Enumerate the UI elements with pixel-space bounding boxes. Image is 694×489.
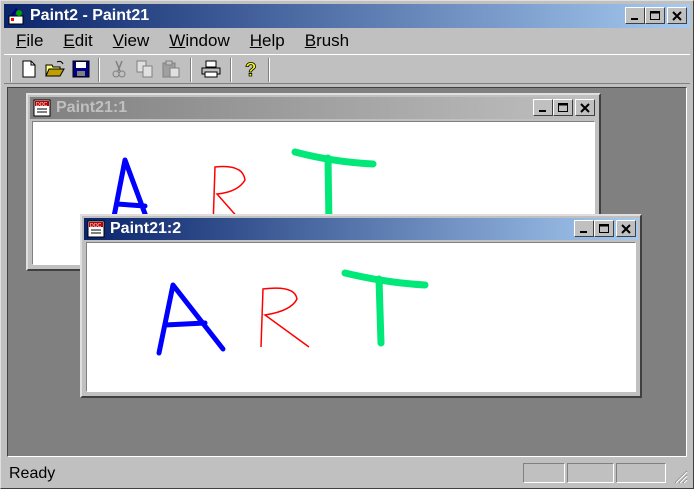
menu-file[interactable]: File <box>4 29 51 53</box>
minimize-icon <box>631 17 638 20</box>
close-icon <box>672 10 682 21</box>
toolbar: ? <box>4 54 690 84</box>
paint-app-window: Paint2 - Paint21 File Edit View Window H… <box>0 0 694 489</box>
cut-button[interactable] <box>108 58 130 80</box>
paint-app-icon[interactable] <box>7 7 25 25</box>
copy-button[interactable] <box>134 58 156 80</box>
document-2-title: Paint21:2 <box>110 220 182 237</box>
menu-help-label: elp <box>262 31 285 50</box>
menu-view[interactable]: View <box>101 29 158 53</box>
menu-edit-label: dit <box>74 31 93 50</box>
menu-edit[interactable]: Edit <box>51 29 100 53</box>
menu-window-label: indow <box>185 31 230 50</box>
document-2-minimize-button[interactable] <box>574 220 594 237</box>
mdi-client-area[interactable]: DOC Paint21:1 DOC Paint21:2 <box>7 87 687 457</box>
open-icon <box>45 60 65 77</box>
paste-icon <box>162 60 180 78</box>
window-caption-buttons <box>625 7 687 24</box>
document-icon: DOC <box>87 220 105 238</box>
document-2-close-button[interactable] <box>616 220 636 237</box>
toolbar-separator <box>98 58 100 82</box>
document-2-canvas[interactable] <box>86 242 636 392</box>
maximize-button[interactable] <box>645 7 665 24</box>
document-1-title: Paint21:1 <box>56 99 128 116</box>
menu-bar: File Edit View Window Help Brush <box>4 29 690 53</box>
window-title: Paint2 - Paint21 <box>30 7 150 24</box>
close-button[interactable] <box>667 7 687 24</box>
status-pane-3 <box>616 463 666 483</box>
maximize-icon <box>650 10 660 20</box>
document-1-title-bar[interactable]: DOC Paint21:1 <box>30 97 597 119</box>
print-icon <box>201 60 221 78</box>
title-bar[interactable]: Paint2 - Paint21 <box>4 4 690 28</box>
letter-a-stroke <box>156 282 226 356</box>
document-window-2[interactable]: DOC Paint21:2 <box>80 214 642 398</box>
close-icon <box>621 223 631 234</box>
cut-icon <box>112 60 126 78</box>
menu-brush-accel: B <box>304 31 317 50</box>
letter-t-stroke <box>341 269 429 347</box>
toolbar-separator <box>190 58 192 82</box>
toolbar-separator <box>268 58 270 82</box>
menu-file-label: ile <box>26 31 44 50</box>
document-2-caption-buttons <box>574 220 636 237</box>
document-2-title-bar[interactable]: DOC Paint21:2 <box>84 218 638 240</box>
paste-button[interactable] <box>160 58 182 80</box>
toolbar-separator <box>230 58 232 82</box>
svg-text:DOC: DOC <box>90 223 102 229</box>
toolbar-grip <box>10 58 12 82</box>
size-grip[interactable] <box>674 470 688 484</box>
document-icon: DOC <box>33 99 51 117</box>
menu-edit-accel: E <box>63 31 75 50</box>
drawing-art-2 <box>156 269 429 356</box>
menu-window-accel: W <box>169 31 186 50</box>
document-1-minimize-button[interactable] <box>533 99 553 116</box>
help-icon: ? <box>245 60 257 79</box>
status-pane-1 <box>523 463 565 483</box>
menu-brush[interactable]: Brush <box>293 29 357 53</box>
print-button[interactable] <box>200 58 222 80</box>
minimize-icon <box>539 109 546 112</box>
maximize-icon <box>558 102 568 112</box>
svg-text:?: ? <box>245 60 257 79</box>
letter-r-stroke <box>260 287 310 348</box>
save-button[interactable] <box>70 58 92 80</box>
minimize-icon <box>580 230 587 233</box>
menu-brush-label: rush <box>316 31 350 50</box>
svg-text:DOC: DOC <box>36 102 48 108</box>
status-bar: Ready <box>4 460 690 486</box>
menu-help-accel: H <box>249 31 263 50</box>
new-button[interactable] <box>18 58 40 80</box>
menu-view-label: iew <box>123 31 150 50</box>
close-icon <box>580 102 590 113</box>
minimize-button[interactable] <box>625 7 645 24</box>
document-1-close-button[interactable] <box>575 99 595 116</box>
document-1-maximize-button[interactable] <box>553 99 573 116</box>
save-icon <box>72 60 90 78</box>
status-text: Ready <box>9 465 56 482</box>
document-1-caption-buttons <box>533 99 595 116</box>
copy-icon <box>136 60 153 78</box>
menu-view-accel: V <box>112 31 124 50</box>
menu-file-accel: F <box>16 31 27 50</box>
open-button[interactable] <box>44 58 66 80</box>
help-button[interactable]: ? <box>240 58 262 80</box>
menu-window[interactable]: Window <box>157 29 237 53</box>
status-pane-2 <box>567 463 614 483</box>
maximize-icon <box>599 223 609 233</box>
new-icon <box>22 60 36 78</box>
document-2-maximize-button[interactable] <box>594 220 614 237</box>
menu-help[interactable]: Help <box>238 29 293 53</box>
